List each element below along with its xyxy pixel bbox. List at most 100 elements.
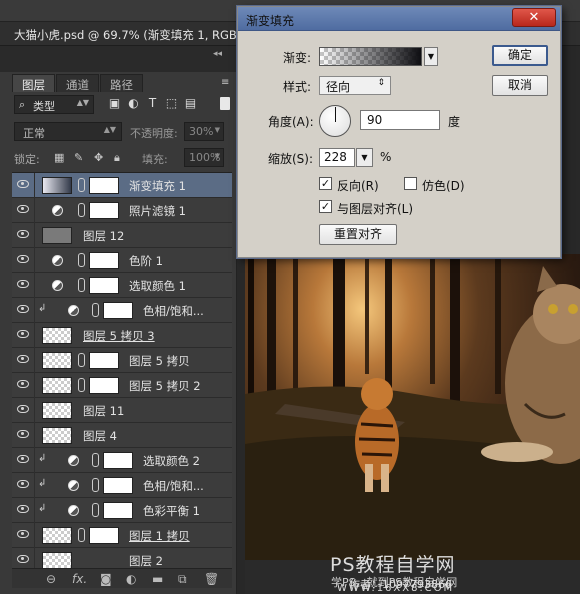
blend-mode-select[interactable]: 正常 ▲▼ <box>14 122 122 141</box>
eye-icon[interactable] <box>17 505 29 513</box>
gradient-fill-dialog: 渐变填充 ✕ 渐变: ▼ 样式: 径向 ⇕ 角度(A): 90 度 缩放(S):… <box>237 6 561 258</box>
eye-icon[interactable] <box>17 405 29 413</box>
gradient-preview[interactable] <box>319 47 422 66</box>
eye-icon[interactable] <box>17 205 29 213</box>
layer-row[interactable]: 色阶 1 <box>12 248 232 273</box>
layer-row[interactable]: ↲ 色相/饱和... <box>12 473 232 498</box>
adjustment-layer-icon[interactable]: ◐ <box>126 572 136 586</box>
dither-checkbox[interactable] <box>404 177 417 190</box>
filter-pixel-icon[interactable]: ▣ <box>108 97 121 110</box>
angle-value: 90 <box>367 113 383 127</box>
lock-move-icon[interactable]: ✥ <box>94 151 103 164</box>
eye-icon[interactable] <box>17 380 29 388</box>
layer-name: 图层 5 拷贝 <box>129 354 190 368</box>
lock-transparent-icon[interactable]: ▦ <box>54 151 64 164</box>
new-group-icon[interactable]: ▬ <box>152 572 163 586</box>
lock-brush-icon[interactable]: ✎ <box>74 151 83 164</box>
cancel-button[interactable]: 取消 <box>492 75 548 96</box>
eye-icon[interactable] <box>17 230 29 238</box>
layer-row[interactable]: 图层 12 <box>12 223 232 248</box>
eye-icon[interactable] <box>17 255 29 263</box>
scale-input[interactable]: 228 <box>319 148 355 167</box>
add-mask-icon[interactable]: ◙ <box>100 572 112 586</box>
link-layers-icon[interactable]: ⊖ <box>46 572 56 586</box>
gradient-picker-button[interactable]: ▼ <box>424 47 438 66</box>
layer-row[interactable]: ↲ 色相/饱和... <box>12 298 232 323</box>
divider <box>34 248 35 273</box>
document-image[interactable] <box>245 254 580 560</box>
lock-all-icon[interactable]: 🔒︎ <box>114 151 120 165</box>
filter-adjustment-icon[interactable]: ◐ <box>127 97 140 110</box>
layer-row[interactable]: 渐变填充 1 <box>12 173 232 198</box>
checkmark-icon: ✓ <box>320 177 331 190</box>
layers-panel: ◂◂ 图层 通道 路径 ≡ ⌕ 类型 ▲▼ ▣ ◐ T ⬚ ▤ 正常 ▲▼ 不透… <box>0 46 237 594</box>
close-button[interactable]: ✕ <box>512 8 556 27</box>
layer-row[interactable]: 图层 4 <box>12 423 232 448</box>
tab-layers[interactable]: 图层 <box>12 74 55 92</box>
style-label: 样式: <box>283 80 312 94</box>
layer-row[interactable]: 图层 5 拷贝 <box>12 348 232 373</box>
style-select[interactable]: 径向 ⇕ <box>319 76 391 95</box>
layer-row[interactable]: 图层 1 拷贝 <box>12 523 232 548</box>
eye-icon[interactable] <box>17 305 29 313</box>
layer-row[interactable]: 图层 5 拷贝 2 <box>12 373 232 398</box>
reverse-checkbox[interactable]: ✓ <box>319 177 332 190</box>
eye-icon[interactable] <box>17 180 29 188</box>
tab-channels[interactable]: 通道 <box>56 74 99 92</box>
watermark-title: PS教程自学网 <box>330 554 456 576</box>
reset-align-button[interactable]: 重置对齐 <box>319 224 397 245</box>
layers-panel-footer: ⊖ fx. ◙ ◐ ▬ ⧉ 🗑︎ <box>12 568 232 588</box>
checkmark-icon: ✓ <box>320 200 331 213</box>
layer-row[interactable]: 照片滤镜 1 <box>12 198 232 223</box>
eye-icon[interactable] <box>17 280 29 288</box>
filter-type-icon[interactable]: T <box>146 97 159 110</box>
divider <box>34 273 35 298</box>
tab-paths[interactable]: 路径 <box>100 74 143 92</box>
filter-shape-icon[interactable]: ⬚ <box>165 97 178 110</box>
eye-icon[interactable] <box>17 555 29 563</box>
eye-icon[interactable] <box>17 330 29 338</box>
align-with-layer-checkbox[interactable]: ✓ <box>319 200 332 213</box>
ok-button[interactable]: 确定 <box>492 45 548 66</box>
eye-icon[interactable] <box>17 480 29 488</box>
fx-icon[interactable]: fx. <box>72 572 87 586</box>
layer-name: 图层 5 拷贝 3 <box>83 329 155 343</box>
reverse-label[interactable]: 反向(R) <box>337 177 379 194</box>
eye-icon[interactable] <box>17 530 29 538</box>
adjustment-icon <box>68 305 79 316</box>
style-value: 径向 <box>326 80 351 94</box>
fill-field[interactable]: 100% ▼ <box>184 148 224 167</box>
adjustment-icon <box>52 280 63 291</box>
adjustment-icon <box>68 480 79 491</box>
collapse-icon[interactable]: ◂◂ <box>213 49 222 59</box>
clip-arrow-icon: ↲ <box>38 503 47 514</box>
scale-dropdown-button[interactable]: ▼ <box>356 148 373 167</box>
layer-row[interactable]: 图层 5 拷贝 3 <box>12 323 232 348</box>
layer-row[interactable]: 图层 2 <box>12 548 232 568</box>
trash-icon[interactable]: 🗑︎ <box>204 572 219 586</box>
eye-icon[interactable] <box>17 430 29 438</box>
eye-icon[interactable] <box>17 455 29 463</box>
layer-mask-thumbnail <box>89 252 119 269</box>
new-layer-icon[interactable]: ⧉ <box>178 572 187 587</box>
document-tab[interactable]: 大猫小虎.psd @ 69.7% (渐变填充 1, RGB/... <box>14 27 252 43</box>
opacity-field[interactable]: 30% ▼ <box>184 122 224 141</box>
search-icon: ⌕ <box>19 98 26 111</box>
divider <box>34 498 35 523</box>
align-with-layer-label[interactable]: 与图层对齐(L) <box>337 200 413 217</box>
layer-row[interactable]: 选取颜色 1 <box>12 273 232 298</box>
angle-input[interactable]: 90 <box>360 110 440 130</box>
angle-dial[interactable] <box>319 105 351 137</box>
dialog-title-bar[interactable]: 渐变填充 ✕ <box>238 7 560 31</box>
eye-icon[interactable] <box>17 355 29 363</box>
layer-row[interactable]: 图层 11 <box>12 398 232 423</box>
layer-row[interactable]: ↲ 选取颜色 2 <box>12 448 232 473</box>
layer-mask-thumbnail <box>103 502 133 519</box>
layer-row[interactable]: ↲ 色彩平衡 1 <box>12 498 232 523</box>
filter-toggle[interactable] <box>220 97 230 110</box>
filter-smart-object-icon[interactable]: ▤ <box>184 97 197 110</box>
layer-thumbnail <box>42 527 72 544</box>
filter-type-select[interactable]: ⌕ 类型 ▲▼ <box>14 95 94 114</box>
dither-label[interactable]: 仿色(D) <box>422 177 465 194</box>
panel-menu-icon[interactable]: ≡ <box>221 77 229 88</box>
